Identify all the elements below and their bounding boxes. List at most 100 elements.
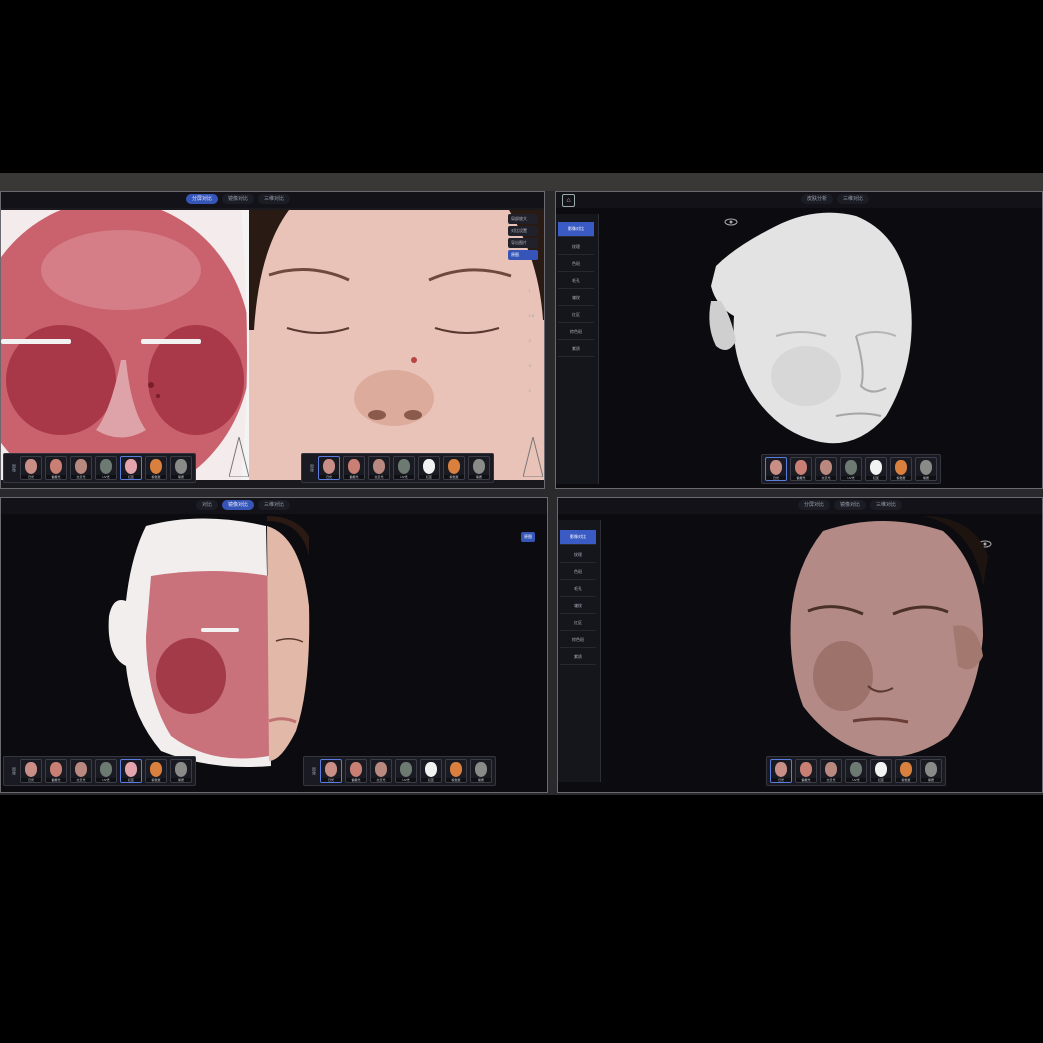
thumb-porphyrin[interactable]: 紫质 <box>920 759 942 783</box>
thumb-cross[interactable]: 交叉光 <box>820 759 842 783</box>
original-mode-button[interactable]: 原图 <box>508 250 538 260</box>
thumb-porphyrin[interactable]: 紫质 <box>470 759 492 783</box>
3d-model-window: ⌂ 皮肤分析 三维对比 影像对比 纹理 色斑 毛孔 皱纹 红区 棕色斑 紫质 日… <box>555 191 1043 489</box>
thumb-daylight[interactable]: 日光 <box>765 457 787 481</box>
tab-3d-compare[interactable]: 三维对比 <box>870 500 903 510</box>
half-analysis-face-image <box>108 516 310 767</box>
zoom-level[interactable]: 3 <box>528 363 534 368</box>
thumb-label: 红区 <box>421 778 441 782</box>
nav-item-spots[interactable]: 色斑 <box>560 565 596 580</box>
export-image-button[interactable]: 导出图片 <box>508 238 538 248</box>
zoom-level[interactable]: 1 <box>528 288 534 293</box>
nav-item-porphyrin[interactable]: 紫质 <box>558 342 594 357</box>
compare-settings-button[interactable]: 对比设置 <box>508 226 538 236</box>
thumb-label: 棕色斑 <box>444 475 464 479</box>
thumb-daylight[interactable]: 日光 <box>20 456 42 480</box>
thumb-red[interactable]: 红区 <box>120 759 142 783</box>
thumb-parallel[interactable]: 偏振光 <box>45 759 67 783</box>
thumb-parallel[interactable]: 偏振光 <box>795 759 817 783</box>
nav-item-wrinkles[interactable]: 皱纹 <box>558 291 594 306</box>
thumb-brown[interactable]: 棕色斑 <box>145 456 167 480</box>
drag-handle-left[interactable] <box>229 437 249 477</box>
thumb-red[interactable]: 红区 <box>865 457 887 481</box>
thumb-uv[interactable]: UV光 <box>95 759 117 783</box>
nav-item-wrinkles[interactable]: 皱纹 <box>560 599 596 614</box>
thumb-uv[interactable]: UV光 <box>95 456 117 480</box>
thumb-red[interactable]: 红区 <box>120 456 142 480</box>
thumb-cross[interactable]: 交叉光 <box>70 759 92 783</box>
tab-skin-analysis[interactable]: 皮肤分析 <box>801 194 834 204</box>
tab-mirror-compare[interactable]: 镜像对比 <box>222 194 255 204</box>
nav-item-brown-spots[interactable]: 棕色斑 <box>560 633 596 648</box>
nav-item-image-compare[interactable]: 影像对比 <box>558 222 594 237</box>
nav-item-pores[interactable]: 毛孔 <box>558 274 594 289</box>
thumb-brown[interactable]: 棕色斑 <box>890 457 912 481</box>
thumb-porphyrin[interactable]: 紫质 <box>170 456 192 480</box>
zoom-level[interactable]: 2 <box>528 338 534 343</box>
thumb-red[interactable]: 红区 <box>420 759 442 783</box>
thumb-brown[interactable]: 棕色斑 <box>895 759 917 783</box>
nav-item-brown-spots[interactable]: 棕色斑 <box>558 325 594 340</box>
thumb-brown[interactable]: 棕色斑 <box>145 759 167 783</box>
nav-item-texture[interactable]: 纹理 <box>560 548 596 563</box>
thumb-daylight[interactable]: 日光 <box>770 759 792 783</box>
thumb-parallel[interactable]: 偏振光 <box>45 456 67 480</box>
thumb-red[interactable]: 红区 <box>870 759 892 783</box>
thumb-uv[interactable]: UV光 <box>840 457 862 481</box>
thumb-cross[interactable]: 交叉光 <box>368 456 390 480</box>
drag-handle-right[interactable] <box>523 437 543 477</box>
thumb-porphyrin[interactable]: 紫质 <box>915 457 937 481</box>
thumbnail-strip: 日光 偏振光 交叉光 UV光 红区 棕色斑 紫质 <box>766 756 946 786</box>
monitor-bezel-top <box>0 173 1043 191</box>
3d-textured-face[interactable] <box>783 516 993 761</box>
thumb-label: 偏振光 <box>46 778 66 782</box>
thumb-uv[interactable]: UV光 <box>845 759 867 783</box>
thumb-label: 红区 <box>871 778 891 782</box>
thumbnail-strip: 图像 日光 偏振光 交叉光 UV光 红区 棕色斑 紫质 <box>303 756 496 786</box>
thumb-porphyrin[interactable]: 紫质 <box>468 456 490 480</box>
thumb-label: 紫质 <box>171 475 191 479</box>
nav-item-porphyrin[interactable]: 紫质 <box>560 650 596 665</box>
thumbnail-tag: 图像 <box>312 767 317 775</box>
thumb-parallel[interactable]: 偏振光 <box>343 456 365 480</box>
3d-face-mesh[interactable] <box>706 206 926 456</box>
thumb-parallel[interactable]: 偏振光 <box>790 457 812 481</box>
thumb-brown[interactable]: 棕色斑 <box>443 456 465 480</box>
zoom-tool-button[interactable]: 局部放大 <box>508 214 538 224</box>
thumb-parallel[interactable]: 偏振光 <box>345 759 367 783</box>
thumb-red[interactable]: 红区 <box>418 456 440 480</box>
nav-item-texture[interactable]: 纹理 <box>558 240 594 255</box>
thumb-uv[interactable]: UV光 <box>393 456 415 480</box>
tab-split-compare[interactable]: 分屏对比 <box>798 500 831 510</box>
thumb-label: UV光 <box>394 475 414 479</box>
analysis-sidebar: 影像对比 纹理 色斑 毛孔 皱纹 红区 棕色斑 紫质 <box>558 520 601 782</box>
tab-mirror-compare[interactable]: 镜像对比 <box>834 500 867 510</box>
thumb-brown[interactable]: 棕色斑 <box>445 759 467 783</box>
thumb-cross[interactable]: 交叉光 <box>815 457 837 481</box>
zoom-level[interactable]: 1.5 <box>528 313 534 318</box>
thumb-cross[interactable]: 交叉光 <box>70 456 92 480</box>
nav-item-image-compare[interactable]: 影像对比 <box>560 530 596 545</box>
thumb-cross[interactable]: 交叉光 <box>370 759 392 783</box>
tab-split-compare[interactable]: 分屏对比 <box>186 194 219 204</box>
tab-3d-compare[interactable]: 三维对比 <box>258 194 291 204</box>
thumb-daylight[interactable]: 日光 <box>320 759 342 783</box>
thumb-daylight[interactable]: 日光 <box>318 456 340 480</box>
nav-item-pores[interactable]: 毛孔 <box>560 582 596 597</box>
tab-mirror-compare[interactable]: 镜像对比 <box>222 500 255 510</box>
nav-item-spots[interactable]: 色斑 <box>558 257 594 272</box>
original-mode-button[interactable]: 原图 <box>521 532 535 542</box>
tab-3d-compare[interactable]: 三维对比 <box>258 500 291 510</box>
thumb-daylight[interactable]: 日光 <box>20 759 42 783</box>
thumb-uv[interactable]: UV光 <box>395 759 417 783</box>
thumb-label: 交叉光 <box>816 476 836 480</box>
thumb-label: 红区 <box>121 778 141 782</box>
thumb-porphyrin[interactable]: 紫质 <box>170 759 192 783</box>
tab-3d-compare[interactable]: 三维对比 <box>837 194 870 204</box>
home-icon[interactable]: ⌂ <box>562 194 575 207</box>
zoom-level[interactable]: 4 <box>528 388 534 393</box>
nav-item-red-area[interactable]: 红区 <box>558 308 594 323</box>
nav-item-red-area[interactable]: 红区 <box>560 616 596 631</box>
tab-compare[interactable]: 对比 <box>196 500 219 510</box>
thumb-label: UV光 <box>96 475 116 479</box>
